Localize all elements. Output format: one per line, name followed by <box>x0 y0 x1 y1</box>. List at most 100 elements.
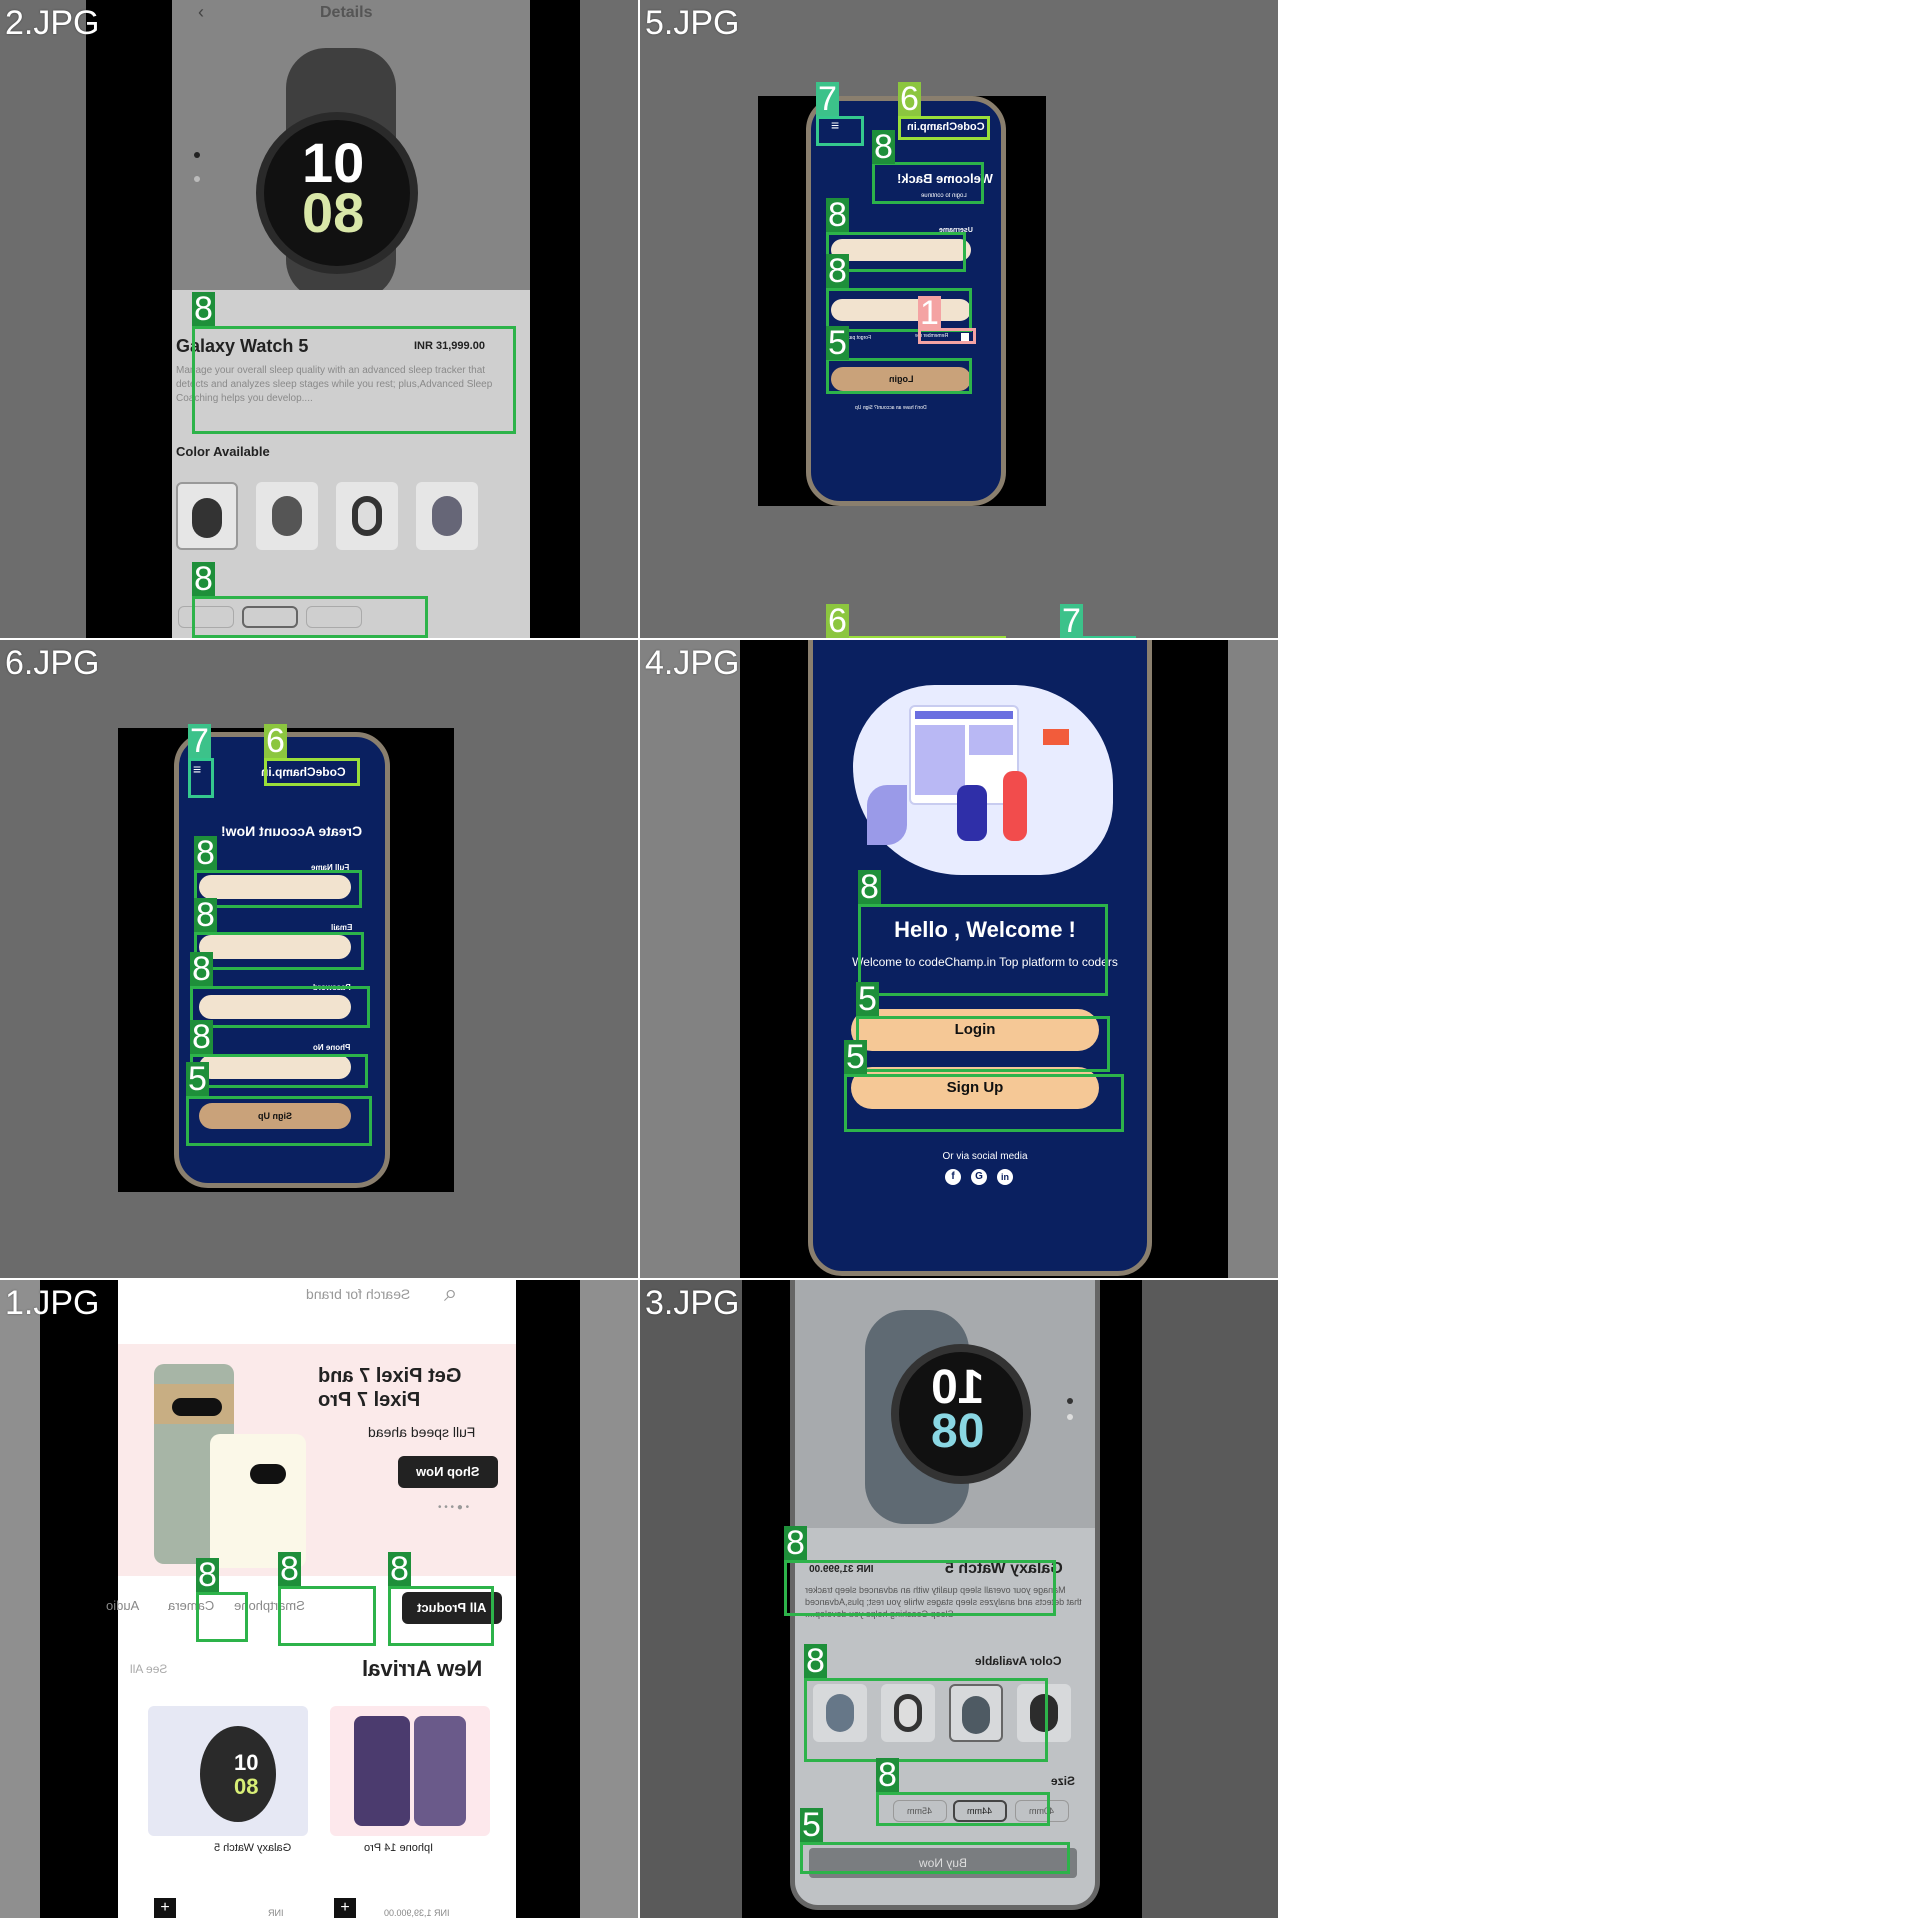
color-option-blue[interactable] <box>416 482 478 550</box>
annotation-tag: 8 <box>872 128 895 166</box>
annotation-box <box>190 986 370 1028</box>
product-name-iphone: Iphone 14 Pro <box>364 1842 434 1854</box>
page-title: Create Account Now! <box>221 823 363 839</box>
email-label: Email <box>331 923 353 932</box>
annotation-box <box>800 1842 1070 1874</box>
annotation-box <box>898 116 990 140</box>
color-option-silver[interactable] <box>336 482 398 550</box>
annotation-tag: 5 <box>186 1060 209 1098</box>
banner-subtitle: Full speed ahead <box>368 1424 476 1440</box>
annotation-tag: 5 <box>826 324 849 362</box>
cell-label: 2.JPG <box>5 4 100 42</box>
add-to-cart-icon[interactable]: + <box>154 1898 176 1918</box>
color-option-graphite[interactable] <box>256 482 318 550</box>
cell-label: 1.JPG <box>5 1284 100 1322</box>
annotation-box <box>784 1560 1056 1616</box>
cell-6jpg: 6.JPG ≡ CodeChamp.in Create Account Now!… <box>0 640 638 1278</box>
cell-5jpg: 5.JPG ≡ CodeChamp.in Welcome Back! Login… <box>640 0 1278 638</box>
see-all-link: See All <box>130 1662 168 1676</box>
product-image-area: 10 08 <box>795 1280 1095 1528</box>
color-heading: Color Available <box>176 444 270 459</box>
annotation-tag: 8 <box>194 834 217 872</box>
product-name-watch: Galaxy Watch 5 <box>214 1842 292 1854</box>
annotation-tag: 6 <box>826 602 849 638</box>
annotation-box <box>196 1592 248 1642</box>
promo-banner: Get Pixel 7 and Pixel 7 Pro Full speed a… <box>118 1344 516 1576</box>
cell-label: 4.JPG <box>645 644 740 682</box>
annotation-box <box>872 162 984 204</box>
cell-4jpg: 4.JPG Hello , Welcome ! Welcome to codeC… <box>640 640 1278 1278</box>
annotation-tag: 8 <box>388 1550 411 1588</box>
color-option-black[interactable] <box>176 482 238 550</box>
product-price-iphone: INR 1,39,900.00 <box>384 1908 450 1918</box>
annotation-tag: 8 <box>196 1556 219 1594</box>
annotation-tag: 5 <box>856 980 879 1018</box>
cell-2jpg: 2.JPG Details ‹ 10 08 Galaxy Watch 5 INR… <box>0 0 638 638</box>
social-caption: Or via social media <box>942 1151 1028 1162</box>
shop-now-button[interactable]: Shop Now <box>398 1456 498 1488</box>
watch-image: 10 08 <box>246 48 436 300</box>
annotation-tag: 8 <box>784 1524 807 1562</box>
annotation-box <box>876 1792 1050 1826</box>
annotation-tag: 6 <box>264 722 287 760</box>
annotation-tag: 8 <box>192 290 215 328</box>
pixel-pro-image <box>210 1434 306 1568</box>
signup-prompt: Don't have an account? Sign Up <box>855 405 927 411</box>
cell-1jpg: 1.JPG Search for brand ⌕ Get Pixel 7 and… <box>0 1280 638 1918</box>
annotation-tag: 8 <box>192 560 215 598</box>
cell-label: 5.JPG <box>645 4 740 42</box>
banner-title: Get Pixel 7 and Pixel 7 Pro <box>318 1365 462 1411</box>
grid-divider <box>0 1278 1280 1280</box>
grid-divider <box>0 638 1280 640</box>
facebook-icon[interactable]: f <box>945 1169 961 1185</box>
product-price-watch: INR <box>268 1908 284 1918</box>
annotation-box <box>858 904 1108 996</box>
annotation-tag: 5 <box>844 1038 867 1076</box>
cell-label: 6.JPG <box>5 644 100 682</box>
annotation-box <box>804 1678 1048 1762</box>
linkedin-icon[interactable]: in <box>997 1169 1013 1185</box>
color-heading: Color Available <box>975 1654 1062 1668</box>
annotation-tag: 8 <box>190 1018 213 1056</box>
annotation-box <box>192 326 516 434</box>
annotation-box <box>192 596 428 638</box>
annotation-tag: 8 <box>858 868 881 906</box>
search-input: Search for brand <box>306 1286 411 1302</box>
carousel-dot <box>194 176 200 182</box>
back-icon[interactable]: ‹ <box>198 2 204 23</box>
annotation-box <box>194 932 364 970</box>
annotation-box <box>278 1586 376 1646</box>
carousel-dot <box>194 152 200 158</box>
size-heading: Size <box>1051 1774 1076 1788</box>
annotation-box <box>826 358 972 394</box>
annotation-tag: 8 <box>826 196 849 234</box>
add-to-cart-icon[interactable]: + <box>334 1898 356 1918</box>
welcome-illustration <box>853 685 1113 875</box>
screenshot-grid: 2.JPG Details ‹ 10 08 Galaxy Watch 5 INR… <box>0 0 1280 1920</box>
google-icon[interactable]: G <box>971 1169 987 1185</box>
annotation-tag: 8 <box>876 1756 899 1794</box>
annotation-box <box>186 1096 372 1146</box>
cell-3jpg: 3.JPG Details 10 08 Galaxy Watch 5 INR 3… <box>640 1280 1278 1918</box>
search-icon[interactable]: ⌕ <box>444 1280 457 1308</box>
annotation-tag: 8 <box>194 896 217 934</box>
phone-screen: Details ‹ 10 08 Galaxy Watch 5 INR 31,99… <box>172 0 530 638</box>
watch-minute: 08 <box>302 181 365 244</box>
annotation-tag: 8 <box>278 1550 301 1588</box>
annotation-box <box>388 1586 494 1646</box>
product-card-iphone[interactable] <box>330 1706 490 1836</box>
annotation-box <box>844 1074 1124 1132</box>
annotation-box <box>188 758 214 798</box>
cell-label: 3.JPG <box>645 1284 740 1322</box>
page-header: Details <box>320 4 373 21</box>
annotation-box <box>190 1054 368 1088</box>
annotation-tag: 8 <box>804 1642 827 1680</box>
annotation-tag: 1 <box>918 294 941 332</box>
annotation-box <box>194 870 362 908</box>
grid-divider <box>638 0 640 1920</box>
annotation-tag: 7 <box>816 80 839 118</box>
annotation-tag: 8 <box>826 252 849 290</box>
product-card-watch[interactable]: 10 08 <box>148 1706 308 1836</box>
annotation-tag: 8 <box>190 950 213 988</box>
annotation-box <box>264 758 360 786</box>
